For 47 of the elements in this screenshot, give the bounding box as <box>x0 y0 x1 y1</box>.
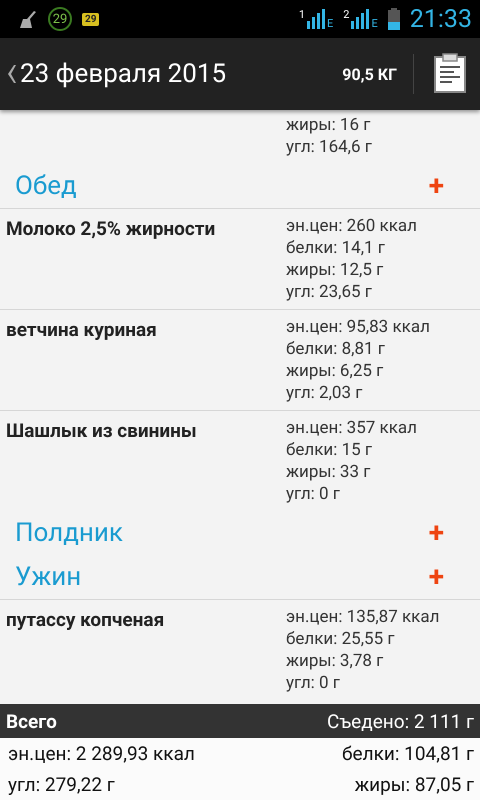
signal-icon <box>351 9 370 29</box>
food-name[interactable]: ветчина куриная <box>6 316 286 404</box>
clipboard-icon <box>434 52 466 92</box>
meal-title: Полдник <box>15 518 124 548</box>
network-type: E <box>327 18 334 29</box>
cleaner-icon <box>18 10 38 28</box>
clipboard-button[interactable] <box>434 52 466 96</box>
clock: 21:33 <box>410 4 472 34</box>
protein-total: белки: 104,81 г <box>342 742 474 765</box>
signal-icon <box>307 9 326 29</box>
nutrient-value: эн.цен: 95,83 ккал <box>286 316 431 338</box>
nutrient-value: угл: 164,6 г <box>286 136 373 158</box>
sim-number: 1 <box>298 9 306 20</box>
meal-title: Обед <box>15 171 78 201</box>
notification-badge: 29 <box>48 7 72 31</box>
totals-title: Всего <box>6 710 57 732</box>
nutrient-value: жиры: 6,25 г <box>286 360 384 382</box>
battery-notification: 29 <box>82 12 100 26</box>
food-name[interactable]: Шашлык из свинины <box>6 417 286 505</box>
nutrient-value: белки: 15 г <box>286 439 374 461</box>
nutrient-value: жиры: 33 г <box>286 461 372 483</box>
nutrient-value: угл: 0 г <box>286 483 341 505</box>
back-icon <box>6 65 16 83</box>
nutrient-value: жиры: 3,78 г <box>286 650 384 672</box>
meal-title: Ужин <box>15 562 82 592</box>
eaten-total: Съедено: 2 111 г <box>327 710 474 732</box>
sim-number: 2 <box>343 9 350 20</box>
weight-label: 90,5 КГ <box>342 64 397 84</box>
nutrient-value: эн.цен: 135,87 ккал <box>286 606 440 628</box>
nutrient-value: угл: 0 г <box>286 672 341 694</box>
fat-total: жиры: 87,05 г <box>354 773 474 796</box>
date-button[interactable]: 23 февраля 2015 <box>6 59 226 89</box>
nutrient-value: белки: 25,55 г <box>286 628 396 650</box>
food-name[interactable]: Молоко 2,5% жирности <box>6 215 286 303</box>
nutrient-value: угл: 2,03 г <box>286 382 364 404</box>
carbs-total: угл: 279,22 г <box>8 773 115 796</box>
nutrient-value: эн.цен: 260 ккал <box>286 215 418 237</box>
energy-total: эн.цен: 2 289,93 ккал <box>8 742 195 765</box>
food-name[interactable]: путассу копченая <box>6 606 286 694</box>
nutrient-value: жиры: 12,5 г <box>286 259 384 281</box>
nutrient-value: жиры: 16 г <box>286 114 372 136</box>
nutrient-value: угл: 23,65 г <box>286 281 373 303</box>
nutrient-value: эн.цен: 357 ккал <box>286 417 418 439</box>
network-type: E <box>371 18 378 29</box>
battery-icon <box>388 8 400 30</box>
nutrient-value: белки: 8,81 г <box>286 338 386 360</box>
nutrient-value: белки: 14,1 г <box>286 237 386 259</box>
